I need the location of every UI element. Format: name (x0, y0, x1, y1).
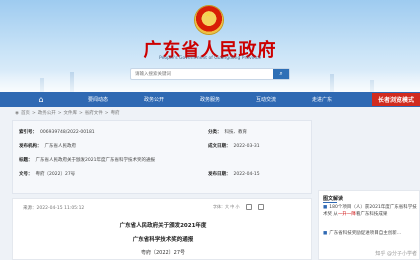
nav-item-services[interactable]: 政务服务 (182, 96, 238, 103)
meta-pubdate: 发布日期： 2022-04-15 (208, 172, 260, 177)
meta-docno: 文号： 粤府〔2022〕27号 (19, 172, 76, 177)
breadcrumb-item[interactable]: 首页 (21, 110, 30, 116)
search-button[interactable]: ⌕ (273, 69, 289, 79)
side-heading: 图文解读 (323, 196, 344, 203)
print-icon[interactable] (245, 204, 252, 210)
location-icon: ◉ (15, 110, 19, 116)
nav-item-guangdong[interactable]: 走进广东 (294, 96, 350, 103)
meta-written-date: 成文日期： 2022-03-31 (208, 144, 260, 149)
header-banner: ★ 广东省人民政府 People's Government of Guangdo… (0, 0, 420, 92)
breadcrumb-sep: > (79, 110, 83, 116)
breadcrumb-sep: > (57, 110, 62, 116)
doc-title-line1: 广东省人民政府关于颁发2021年度 (119, 223, 207, 229)
document-metadata: 索引号： 006939748/2022-00181 分类： 科技、教育 发布机构：广… (12, 120, 312, 194)
search-input[interactable] (135, 70, 255, 79)
meta-title: 标题： 广东省人民政府关于颁发2021年度广东省科学技术奖的通报 (19, 158, 155, 163)
elder-mode-button[interactable]: 长者浏览模式 (371, 93, 420, 106)
doc-tools: 字体：大 中 小 (213, 204, 264, 210)
doc-source-date: 来源：2022-04-15 11:05:12 (23, 206, 85, 211)
breadcrumb-item[interactable]: 文件库 (64, 110, 78, 116)
side-panel: 图文解读 ■ 180个项目（人）获2021年度广东省科学技术奖 从一升一降看广东科… (318, 190, 420, 260)
doc-number: 粤府〔2022〕27号 (140, 250, 186, 256)
home-icon[interactable]: ⌂ (32, 95, 50, 104)
breadcrumb-sep: > (31, 110, 36, 116)
watermark: 知乎 @分子小学者 (375, 251, 417, 257)
side-item[interactable]: ■ 广东省科技奖励促进项目自主创新... (323, 231, 418, 238)
site-subtitle: People's Government of Guangdong Provinc… (159, 56, 261, 61)
bullet-icon: ■ (323, 205, 328, 210)
search-icon: ⌕ (279, 70, 283, 77)
breadcrumb-item[interactable]: 省府文件 (85, 110, 103, 116)
nav-item-news[interactable]: 要闻动态 (70, 96, 126, 103)
national-emblem-icon: ★ (195, 6, 223, 34)
search-box: ⌕ (130, 68, 290, 80)
share-icon[interactable] (257, 204, 264, 210)
bullet-icon: ■ (323, 231, 328, 236)
meta-category: 分类： 科技、教育 (208, 130, 247, 135)
meta-index: 索引号： 006939748/2022-00181 (19, 130, 95, 135)
doc-title-line2: 广东省科学技术奖的通报 (132, 237, 194, 243)
side-item[interactable]: ■ 180个项目（人）获2021年度广东省科学技术奖 从一升一降看广东科技成果 (323, 205, 418, 218)
font-size-control[interactable]: 字体：大 中 小 (213, 204, 240, 210)
breadcrumb-item[interactable]: 粤府 (111, 110, 120, 116)
breadcrumb: ◉ 首页 > 政务公开 > 文件库 > 省府文件 > 粤府 (15, 110, 120, 117)
breadcrumb-sep: > (104, 110, 109, 116)
nav-item-interaction[interactable]: 互动交流 (238, 96, 294, 103)
document-body: 来源：2022-04-15 11:05:12 字体：大 中 小 广东省人民政府关… (12, 198, 312, 260)
nav-item-disclosure[interactable]: 政务公开 (126, 96, 182, 103)
main-nav: ⌂ 要闻动态 政务公开 政务服务 互动交流 走进广东 长者浏览模式 (0, 92, 420, 107)
breadcrumb-item[interactable]: 政务公开 (38, 110, 56, 116)
meta-issuer: 发布机构： 广东省人民政府 (19, 144, 76, 149)
